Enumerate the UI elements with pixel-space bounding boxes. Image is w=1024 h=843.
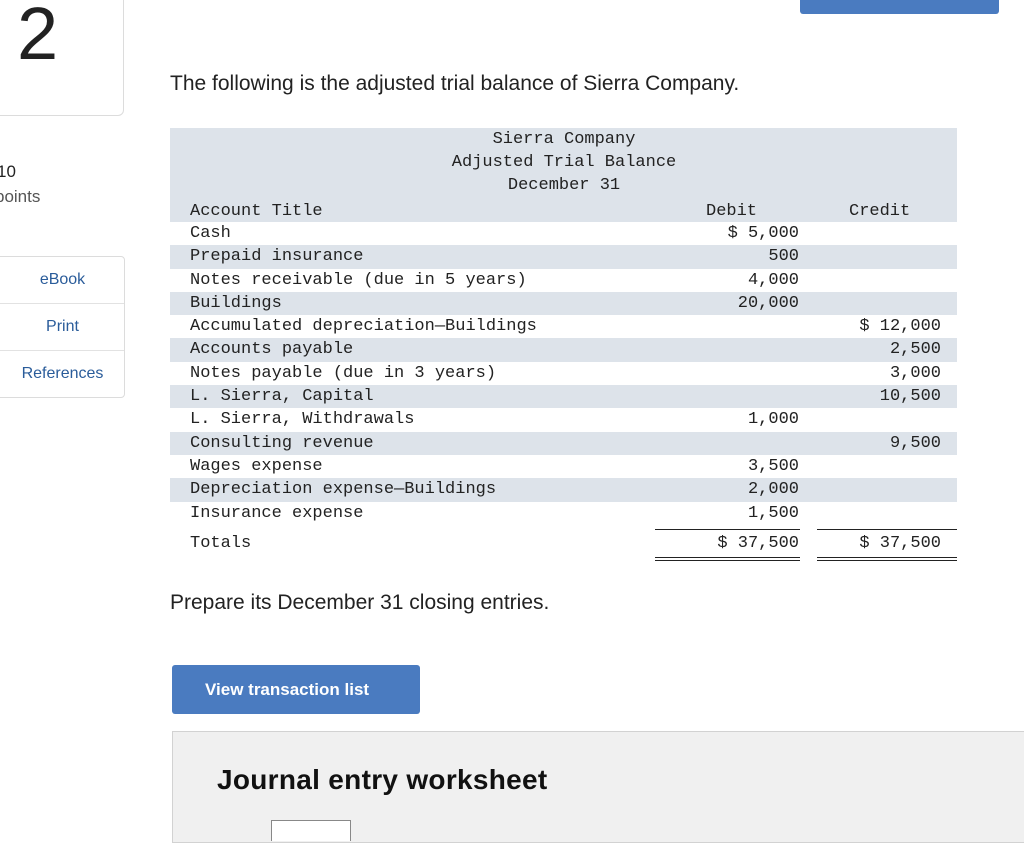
account-name: Accumulated depreciation—Buildings [190, 317, 537, 337]
debit-amount: 1,000 [747, 410, 799, 430]
table-row: Cash $ 5,000 [170, 222, 957, 245]
company-name: Sierra Company [492, 130, 636, 149]
debit-amount: 500 [768, 247, 799, 267]
account-name: Cash [190, 224, 231, 243]
journal-entry-worksheet: Journal entry worksheet [172, 731, 1024, 843]
credit-amount: 3,000 [889, 363, 941, 383]
account-name: L. Sierra, Capital [190, 387, 374, 407]
totals-row: Totals $ 37,500 $ 37,500 [170, 533, 957, 555]
account-name: Notes payable (due in 3 years) [190, 363, 497, 383]
table-row: Consulting revenue 9,500 [170, 431, 957, 455]
table-row: Buildings 20,000 [170, 291, 957, 316]
account-name: Prepaid insurance [190, 247, 364, 267]
account-name: Insurance expense [190, 503, 364, 523]
account-name: Depreciation expense—Buildings [190, 480, 497, 500]
resource-menu: eBook Print References [0, 256, 125, 398]
table-row: Accounts payable 2,500 [170, 338, 957, 362]
table-row: L. Sierra, Withdrawals 1,000 [170, 408, 957, 431]
worksheet-title: Journal entry worksheet [217, 764, 548, 795]
question-intro: The following is the adjusted trial bala… [170, 72, 740, 95]
credit-amount: 9,500 [889, 433, 941, 453]
totals-rule-debit [655, 528, 800, 530]
debit-amount: 4,000 [747, 270, 799, 290]
col-debit: Debit [706, 202, 758, 221]
debit-amount: 3,500 [747, 456, 799, 476]
trial-balance-table: Sierra Company Adjusted Trial Balance De… [170, 128, 957, 561]
totals-credit: $ 37,500 [859, 533, 941, 553]
view-transaction-list-button[interactable]: View transaction list [172, 665, 420, 714]
table-row: Accumulated depreciation—Buildings $ 12,0… [170, 315, 957, 338]
table-row: Insurance expense 1,500 [170, 502, 957, 525]
report-date: December 31 [507, 176, 621, 195]
double-rule-debit-1 [655, 556, 800, 558]
account-name: Consulting revenue [190, 433, 374, 453]
trial-balance-body: Cash $ 5,000 Prepaid insurance 500 Notes rec… [170, 222, 957, 525]
worksheet-entry-tab[interactable] [271, 820, 351, 841]
account-name: L. Sierra, Withdrawals [190, 410, 415, 430]
points-value: 10 [0, 162, 16, 181]
debit-amount: $ 5,000 [727, 224, 799, 243]
question-prompt: Prepare its December 31 closing entries. [170, 591, 550, 614]
double-rule-credit-2 [817, 559, 957, 561]
references-link[interactable]: References [0, 350, 124, 397]
trial-balance-header: Sierra Company Adjusted Trial Balance De… [170, 128, 957, 222]
totals-label: Totals [190, 533, 252, 553]
credit-amount: $ 12,000 [859, 317, 941, 337]
top-action-button[interactable] [800, 0, 999, 14]
credit-amount: 2,500 [889, 340, 941, 360]
account-name: Wages expense [190, 456, 323, 476]
table-row: L. Sierra, Capital 10,500 [170, 385, 957, 409]
ebook-link[interactable]: eBook [0, 257, 124, 303]
report-title: Adjusted Trial Balance [451, 153, 677, 172]
question-number-box: 2 [0, 0, 124, 116]
double-rule-debit-2 [655, 559, 800, 561]
question-number: 2 [17, 0, 59, 75]
totals-debit: $ 37,500 [717, 533, 799, 553]
debit-amount: 2,000 [747, 480, 799, 500]
credit-amount: 10,500 [879, 387, 941, 407]
debit-amount: 1,500 [747, 503, 799, 523]
table-row: Prepaid insurance 500 [170, 245, 957, 269]
account-name: Accounts payable [190, 340, 354, 360]
print-link[interactable]: Print [0, 303, 124, 350]
points-label: points [0, 187, 41, 206]
col-credit: Credit [849, 202, 911, 221]
account-name: Buildings [190, 293, 282, 313]
table-row: Notes receivable (due in 5 years) 4,000 [170, 269, 957, 292]
totals-rule-credit [817, 528, 957, 530]
table-row: Depreciation expense—Buildings 2,000 [170, 478, 957, 502]
debit-amount: 20,000 [737, 293, 799, 313]
table-row: Notes payable (due in 3 years) 3,000 [170, 362, 957, 385]
col-account-title: Account Title [190, 202, 323, 221]
table-row: Wages expense 3,500 [170, 455, 957, 478]
double-rule-credit-1 [817, 556, 957, 558]
account-name: Notes receivable (due in 5 years) [190, 270, 527, 290]
